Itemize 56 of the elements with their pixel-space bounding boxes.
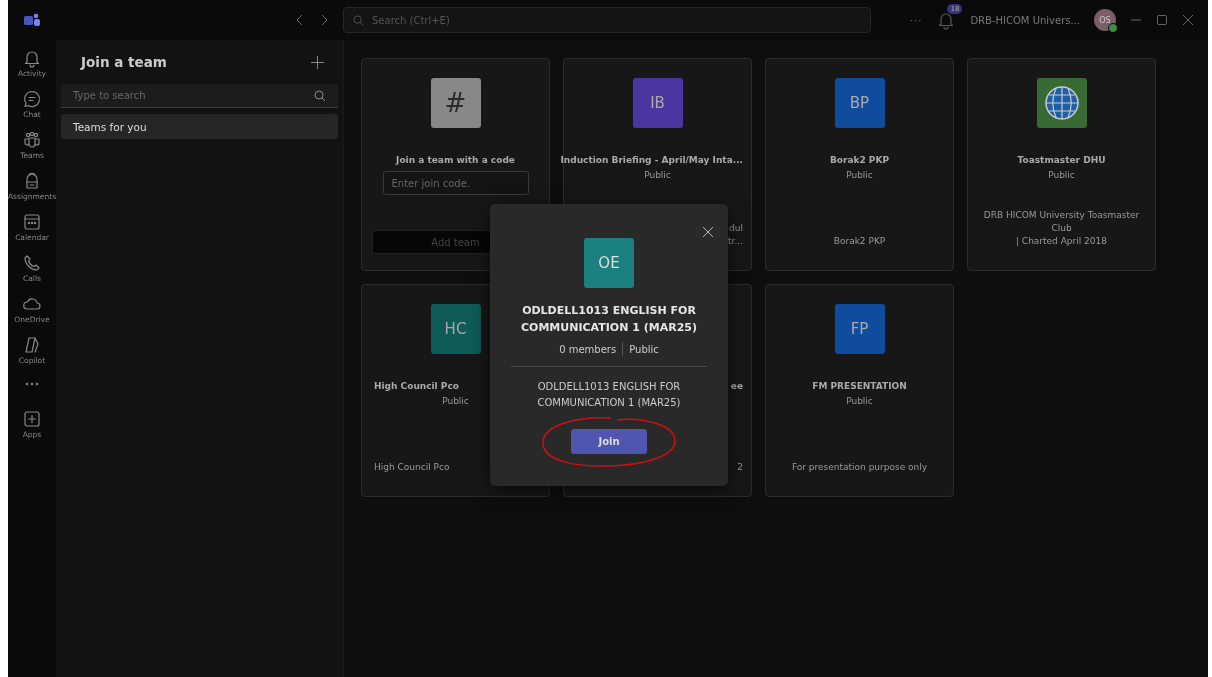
people-icon xyxy=(22,130,42,150)
close-button[interactable] xyxy=(702,226,714,238)
calendar-icon xyxy=(22,212,42,232)
search-field[interactable]: Search (Ctrl+E) xyxy=(343,7,871,33)
team-description: DRB HICOM University Toasmaster Club | Charted April 2018 xyxy=(982,209,1141,248)
phone-icon xyxy=(22,253,42,273)
close-icon[interactable] xyxy=(1182,14,1194,26)
team-avatar: HC xyxy=(430,304,481,354)
team-name: FM PRESENTATION xyxy=(812,381,907,391)
team-privacy: Public xyxy=(846,396,873,406)
globe-icon xyxy=(1043,85,1080,121)
team-avatar: IB xyxy=(632,78,683,128)
maximize-icon[interactable] xyxy=(1156,14,1168,26)
team-description: Borak2 PKP xyxy=(833,235,886,248)
team-privacy: Public xyxy=(629,343,659,355)
team-privacy: Public xyxy=(1048,170,1075,180)
add-apps-icon xyxy=(22,409,42,429)
team-description: For presentation purpose only xyxy=(791,461,928,474)
team-name: Induction Briefing - April/May Inta... xyxy=(560,155,743,165)
team-name: ee xyxy=(730,381,743,391)
join-button[interactable]: Join xyxy=(571,429,647,454)
app-logo-icon xyxy=(24,13,40,27)
back-icon[interactable] xyxy=(295,14,305,26)
team-description: 2 xyxy=(737,461,743,474)
presence-dot xyxy=(1108,23,1118,33)
chat-bubble-icon xyxy=(22,89,42,109)
panel-item[interactable]: Teams for you xyxy=(61,114,338,139)
more-icon xyxy=(25,382,39,386)
plus-icon[interactable] xyxy=(311,55,324,69)
team-privacy: Public xyxy=(846,170,873,180)
team-card[interactable]: Toastmaster DHU Public DRB HICOM University Toasmaster Club | Charted April 2018 xyxy=(967,58,1156,271)
bell-icon xyxy=(22,48,42,68)
team-avatar: BP xyxy=(834,78,885,128)
team-description: High Council Pco xyxy=(373,461,450,474)
card-title: Join a team with a code xyxy=(396,155,515,165)
team-name: Toastmaster DHU xyxy=(1017,155,1106,165)
team-description: dul tr... xyxy=(728,222,743,248)
team-name: Borak2 PKP xyxy=(829,155,890,165)
team-privacy: Public xyxy=(644,170,671,180)
more-options[interactable]: ··· xyxy=(909,14,923,26)
team-card[interactable]: FP FM PRESENTATION Public For presentation purpose only xyxy=(765,284,954,497)
organization-name[interactable]: DRB-HICOM Univers... xyxy=(970,14,1080,26)
team-privacy: Public xyxy=(442,396,469,406)
team-avatar: FP xyxy=(834,304,885,354)
join-code-field[interactable]: Enter join code. xyxy=(382,171,529,195)
team-search-field[interactable]: Type to search xyxy=(61,84,338,108)
team-avatar: OE xyxy=(584,238,634,288)
search-icon xyxy=(353,15,364,26)
member-count: 0 members xyxy=(559,343,617,355)
user-avatar[interactable]: OS xyxy=(1094,9,1116,31)
forward-icon[interactable] xyxy=(319,14,329,26)
hashtag-avatar: # xyxy=(430,78,481,128)
search-icon xyxy=(314,90,326,102)
team-name: High Council Pco xyxy=(373,381,459,391)
panel-title: Join a team xyxy=(81,54,167,70)
team-card[interactable]: BP Borak2 PKP Public Borak2 PKP xyxy=(765,58,954,271)
